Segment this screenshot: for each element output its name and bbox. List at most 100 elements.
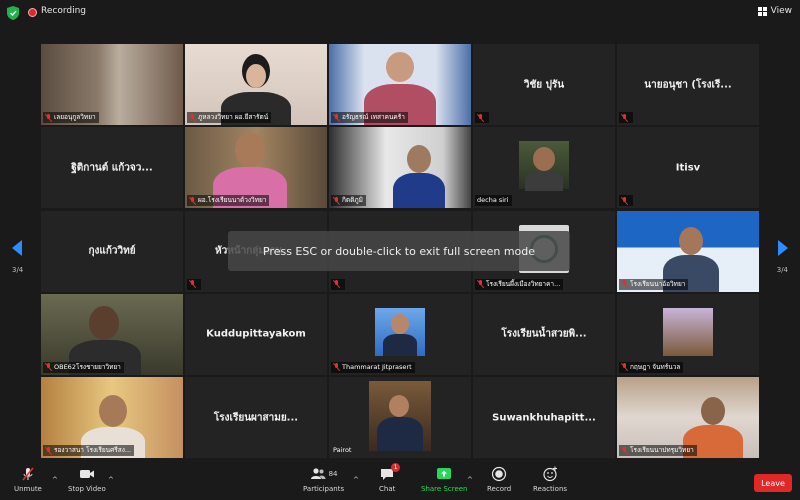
participant-label: โรงเรียนนาปทรุมวิทยา: [619, 445, 697, 456]
participant-tile[interactable]: เลยอนุกูลวิทยา: [41, 44, 183, 125]
mic-muted-icon: [333, 113, 340, 122]
participant-tile[interactable]: โรงเรียนนาปทรุมวิทยา: [617, 377, 759, 458]
participant-label: รองวาสนา โรงเรียนศรีสง...: [43, 445, 135, 456]
grid-view-icon: [757, 6, 767, 16]
mic-muted-icon: [477, 113, 484, 122]
participant-label: ภูหลวงวิทยา ผอ.ยีสารัตน์: [187, 112, 272, 123]
meeting-toolbar: Unmute ^ Stop Video ^ 84 Participants ^ …: [0, 462, 800, 500]
participant-name: โรงเรียนผาสามย...: [213, 412, 299, 423]
fullscreen-exit-toast: Press ESC or double-click to exit full s…: [228, 231, 570, 271]
stop-video-button[interactable]: Stop Video: [68, 466, 106, 493]
mic-muted-icon: [22, 467, 34, 481]
participant-tile[interactable]: โรงเรียนน้ำสวยพิ...: [473, 293, 615, 375]
participant-name: ฐิติกานต์ แก้วจว...: [71, 162, 153, 174]
participant-tile[interactable]: รองวาสนา โรงเรียนศรีสง...: [41, 377, 183, 458]
participant-name: โรงเรียนน้ำสวยพิ...: [501, 328, 587, 340]
participant-name: Suwankhuhapitt...: [492, 412, 596, 423]
participant-tile[interactable]: Suwankhuhapitt...: [473, 377, 615, 458]
participant-name: Itisv: [675, 162, 701, 174]
participant-tile[interactable]: Kuddupittayakom: [185, 293, 327, 375]
record-label: Record: [487, 485, 512, 493]
participant-label: decha siri: [475, 195, 512, 207]
mic-muted-icon: [189, 280, 196, 288]
participant-label: กิตติภูมิ: [331, 195, 366, 207]
participants-label: Participants: [303, 485, 345, 493]
record-button[interactable]: Record: [487, 466, 511, 493]
record-icon: [491, 466, 507, 482]
participant-tile-active-speaker[interactable]: Pairot: [329, 377, 471, 458]
mic-muted-icon: [45, 446, 52, 455]
chat-label: Chat: [379, 485, 396, 493]
share-screen-button[interactable]: Share Screen: [421, 466, 468, 493]
mic-muted-icon: [189, 113, 196, 122]
participant-name: วิชัย ปุรัน: [523, 79, 565, 90]
mic-muted-icon: [621, 446, 628, 455]
recording-label[interactable]: Recording: [41, 6, 86, 16]
mic-muted-icon: [621, 280, 628, 288]
view-label: View: [770, 6, 792, 16]
participant-tile[interactable]: ผอ.โรงเรียนนาด้วงวิทยา: [185, 127, 327, 209]
share-screen-label: Share Screen: [421, 485, 468, 493]
page-indicator-right: 3/4: [776, 266, 788, 274]
participant-tile[interactable]: วิชัย ปุรัน: [473, 44, 615, 125]
stop-video-label: Stop Video: [68, 485, 106, 493]
participant-name: นายอนุชา (โรงเรี...: [644, 79, 732, 90]
previous-page-arrow-icon[interactable]: [12, 240, 22, 256]
video-camera-icon: [79, 470, 94, 478]
mic-muted-icon: [333, 196, 340, 205]
page-indicator-left: 3/4: [12, 266, 24, 274]
chat-button[interactable]: 1 Chat: [379, 463, 401, 493]
chat-bubble-icon: 1: [379, 463, 401, 482]
participant-tile[interactable]: โรงเรียนนาอ้อวิทยา: [617, 210, 759, 292]
mic-muted-icon: [189, 196, 196, 205]
participant-tile[interactable]: ภูหลวงวิทยา ผอ.ยีสารัตน์: [185, 44, 327, 125]
mic-muted-icon: [621, 363, 628, 371]
participants-options-chevron-icon[interactable]: ^: [353, 476, 359, 484]
participant-label: [331, 278, 345, 290]
participant-tile[interactable]: กุงแก้ววิทย์: [41, 210, 183, 292]
participant-label: Pairot: [333, 446, 352, 454]
participant-tile[interactable]: ฐิติกานต์ แก้วจว...: [41, 127, 183, 209]
view-button[interactable]: View: [757, 6, 792, 16]
video-options-chevron-icon[interactable]: ^: [108, 476, 114, 484]
participant-label: อรัญธรณ์ เทสาคนคร้า: [331, 112, 408, 123]
participant-label: โรงเรียนผึ้งเมืองวิทยาคา...: [475, 278, 564, 290]
recording-dot-icon: [28, 8, 37, 17]
participant-label: [475, 112, 489, 123]
unmute-button[interactable]: Unmute: [14, 466, 42, 493]
mic-muted-icon: [621, 196, 628, 205]
share-screen-icon: [437, 468, 452, 479]
next-page-arrow-icon[interactable]: [778, 240, 788, 256]
participant-label: Thammarat Jitprasert: [331, 361, 415, 373]
participant-tile[interactable]: นายอนุชา (โรงเรี...: [617, 44, 759, 125]
participant-tile[interactable]: อรัญธรณ์ เทสาคนคร้า: [329, 44, 471, 125]
participant-tile[interactable]: OBE62โรงชายยาวิทยา: [41, 293, 183, 375]
participant-tile[interactable]: กิตติภูมิ: [329, 127, 471, 209]
leave-button[interactable]: Leave: [754, 474, 792, 492]
participant-label: เลยอนุกูลวิทยา: [43, 112, 99, 123]
share-options-chevron-icon[interactable]: ^: [467, 476, 473, 484]
security-shield-icon[interactable]: [7, 6, 19, 20]
mic-muted-icon: [333, 280, 340, 288]
top-bar: Recording View: [0, 0, 800, 26]
mic-muted-icon: [333, 363, 340, 371]
participant-label: โรงเรียนนาอ้อวิทยา: [619, 278, 689, 290]
participant-tile[interactable]: โรงเรียนผาสามย...: [185, 377, 327, 458]
audio-options-chevron-icon[interactable]: ^: [52, 476, 58, 484]
mic-muted-icon: [45, 363, 52, 371]
participant-label: กฤษฎา จันทร์นวล: [619, 361, 684, 373]
participant-tile[interactable]: Thammarat Jitprasert: [329, 293, 471, 375]
participant-tile[interactable]: decha siri: [473, 127, 615, 209]
participant-label: [187, 278, 201, 290]
reactions-button[interactable]: Reactions: [533, 466, 567, 493]
participant-tile[interactable]: Itisv: [617, 127, 759, 209]
participant-name: Kuddupittayakom: [206, 328, 306, 340]
mic-muted-icon: [621, 113, 628, 122]
participant-tile[interactable]: กฤษฎา จันทร์นวล: [617, 293, 759, 375]
participants-icon: [310, 468, 326, 479]
participant-label: OBE62โรงชายยาวิทยา: [43, 361, 124, 373]
participant-label: [619, 112, 633, 123]
participant-name: กุงแก้ววิทย์: [88, 245, 136, 257]
participants-button[interactable]: 84 Participants: [303, 466, 344, 493]
participants-count: 84: [328, 470, 338, 478]
